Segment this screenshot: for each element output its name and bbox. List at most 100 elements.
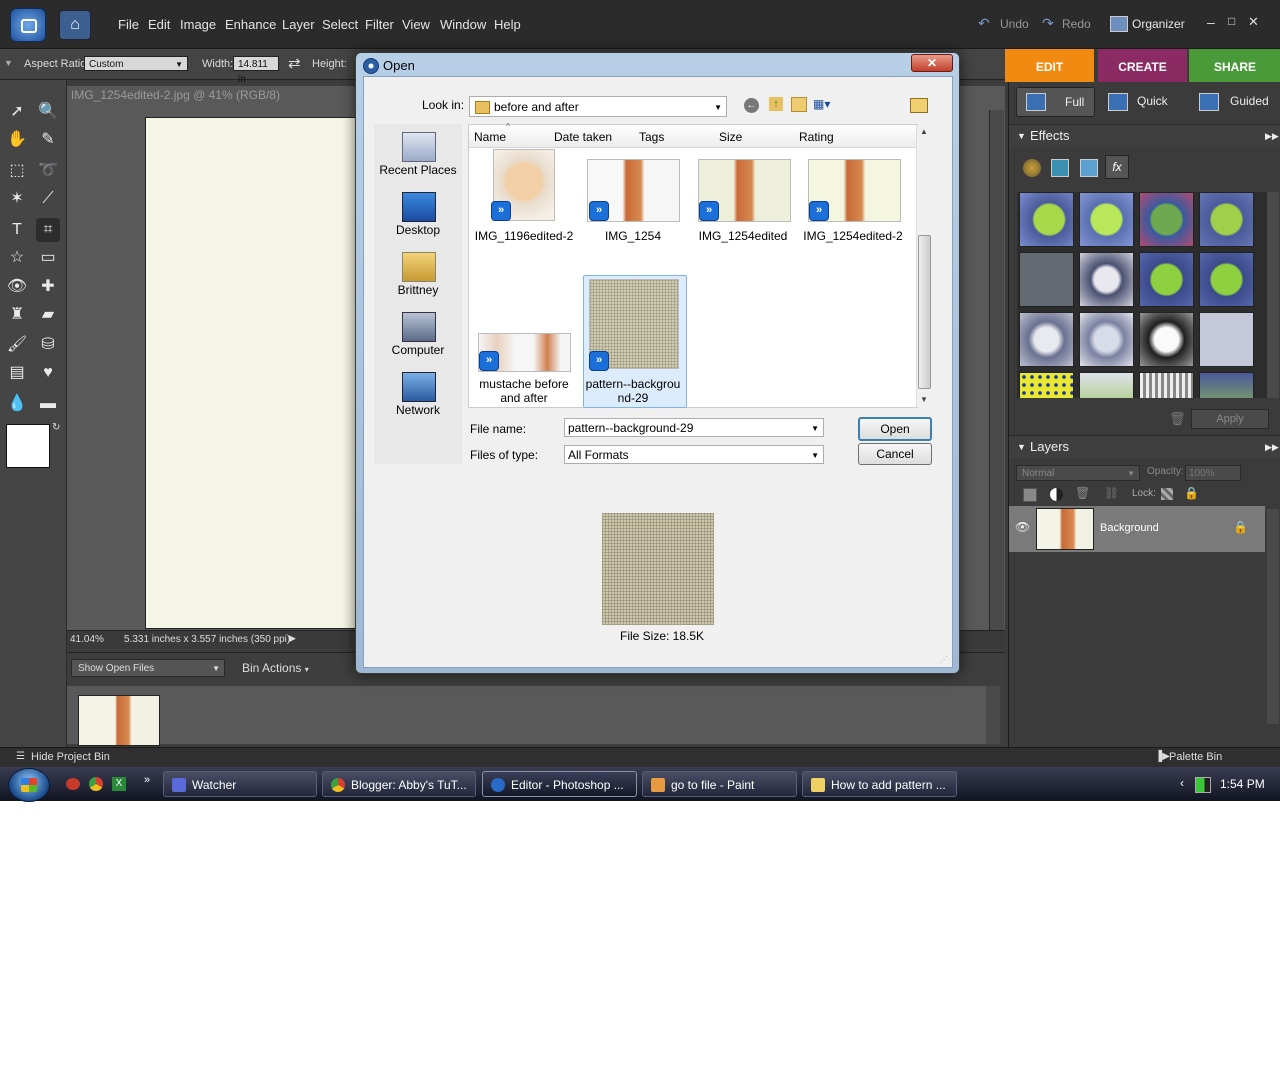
show-open-files-select[interactable]: Show Open Files ▼: [71, 659, 225, 677]
effects-panel-header[interactable]: ▼ Effects ▶▶: [1009, 124, 1280, 147]
effect-thumbnail[interactable]: [1079, 372, 1134, 398]
effect-thumbnail[interactable]: [1139, 372, 1194, 398]
palette-bin-icon[interactable]: ▐▶: [1155, 751, 1170, 762]
expand-badge-icon[interactable]: »: [699, 201, 719, 221]
trash-icon[interactable]: 🗑: [1169, 411, 1186, 427]
battery-icon[interactable]: [1195, 777, 1211, 793]
delete-layer-icon[interactable]: 🗑: [1075, 486, 1090, 500]
taskbar-item-watcher[interactable]: Watcher: [163, 771, 317, 797]
effect-thumbnail[interactable]: [1139, 192, 1194, 247]
column-date-taken[interactable]: Date taken: [554, 130, 612, 144]
expand-badge-icon[interactable]: »: [491, 201, 511, 221]
menu-enhance[interactable]: Enhance: [225, 17, 276, 32]
up-folder-icon[interactable]: ↑: [769, 97, 783, 111]
place-recent-places[interactable]: Recent Places: [374, 163, 462, 177]
mode-quick-button[interactable]: Quick: [1104, 89, 1184, 115]
blend-mode-select[interactable]: Normal ▼: [1016, 465, 1140, 481]
preview-toggle-icon[interactable]: [910, 98, 928, 113]
lasso-tool-icon[interactable]: ➰: [36, 159, 60, 183]
file-item[interactable]: IMG_1196edited-2: [469, 229, 579, 243]
document-canvas[interactable]: [145, 117, 362, 629]
taskbar-item-editor[interactable]: Editor - Photoshop ...: [482, 771, 637, 797]
tab-share[interactable]: SHARE: [1189, 49, 1280, 82]
effect-thumbnail[interactable]: [1019, 192, 1074, 247]
file-list-scrollbar[interactable]: ▲ ▼: [916, 125, 931, 407]
layer-styles-icon[interactable]: [1051, 159, 1069, 177]
organizer-button[interactable]: Organizer: [1132, 17, 1185, 31]
menu-window[interactable]: Window: [440, 17, 486, 32]
menu-file[interactable]: File: [118, 17, 139, 32]
sponge-tool-icon[interactable]: ▬: [36, 392, 60, 416]
view-menu-icon[interactable]: ▦▾: [813, 97, 830, 111]
minimize-button[interactable]: –: [1207, 14, 1215, 30]
quicklaunch-more-icon[interactable]: »: [144, 774, 150, 786]
close-button[interactable]: ✕: [1248, 14, 1259, 30]
swap-icon[interactable]: ⇄: [288, 54, 301, 72]
expand-badge-icon[interactable]: »: [809, 201, 829, 221]
look-in-select[interactable]: before and after ▼: [469, 96, 727, 117]
filters-icon[interactable]: [1023, 159, 1041, 177]
bin-scrollbar[interactable]: [986, 686, 1000, 744]
gradient-tool-icon[interactable]: ▤: [5, 361, 29, 385]
user-folder-icon[interactable]: [402, 252, 436, 282]
apply-button[interactable]: Apply: [1191, 409, 1269, 429]
crop-tool-icon[interactable]: ⌗: [36, 218, 60, 242]
marquee-tool-icon[interactable]: ⬚: [5, 159, 29, 183]
redo-button[interactable]: Redo: [1062, 17, 1091, 31]
place-network[interactable]: Network: [374, 403, 462, 417]
scroll-up-icon[interactable]: ▲: [920, 127, 928, 136]
eraser-tool-icon[interactable]: ▰: [36, 303, 60, 327]
clock[interactable]: 1:54 PM: [1220, 777, 1265, 791]
blur-tool-icon[interactable]: 💧: [5, 392, 29, 416]
organizer-icon[interactable]: [1110, 16, 1128, 32]
menu-image[interactable]: Image: [180, 17, 216, 32]
panel-menu-icon[interactable]: ▶▶: [1265, 436, 1279, 458]
taskbar-item-paint[interactable]: go to file - Paint: [642, 771, 797, 797]
visibility-eye-icon[interactable]: 👁: [1015, 520, 1030, 534]
palette-bin-button[interactable]: Palette Bin: [1169, 751, 1222, 763]
effect-thumbnail[interactable]: [1019, 312, 1074, 367]
undo-icon[interactable]: ↶: [978, 15, 990, 32]
aspect-ratio-select[interactable]: Custom ▼: [84, 56, 188, 71]
menu-filter[interactable]: Filter: [365, 17, 394, 32]
effect-thumbnail[interactable]: [1199, 252, 1254, 307]
computer-icon[interactable]: [402, 312, 436, 342]
mode-guided-button[interactable]: Guided: [1195, 89, 1280, 115]
back-icon[interactable]: ←: [744, 98, 759, 113]
effect-thumbnail[interactable]: [1139, 312, 1194, 367]
taskbar-item-document[interactable]: How to add pattern ...: [802, 771, 957, 797]
quick-selection-tool-icon[interactable]: ⟋: [36, 187, 60, 211]
resize-grip-icon[interactable]: ⋰: [940, 655, 948, 664]
hide-project-bin-button[interactable]: Hide Project Bin: [31, 751, 110, 763]
tray-expand-icon[interactable]: ‹: [1180, 776, 1184, 790]
shape-tool-icon[interactable]: ♥: [36, 361, 60, 385]
menu-view[interactable]: View: [402, 17, 430, 32]
place-brittney[interactable]: Brittney: [374, 283, 462, 297]
redo-icon[interactable]: ↷: [1042, 15, 1054, 32]
column-rating[interactable]: Rating: [799, 130, 834, 144]
column-tags[interactable]: Tags: [639, 130, 664, 144]
layers-panel-header[interactable]: ▼ Layers ▶▶: [1009, 435, 1280, 458]
scroll-down-icon[interactable]: ▼: [920, 395, 928, 404]
adjustment-layer-icon[interactable]: [1050, 488, 1063, 501]
recompose-tool-icon[interactable]: ▭: [36, 246, 60, 270]
column-name[interactable]: Name: [474, 130, 506, 144]
file-type-select[interactable]: All Formats ▼: [564, 445, 824, 464]
paint-bucket-tool-icon[interactable]: ⛁: [36, 333, 60, 357]
dialog-close-button[interactable]: ✕: [911, 54, 953, 72]
scroll-thumb[interactable]: [918, 235, 931, 389]
quicklaunch-icon[interactable]: [66, 778, 80, 790]
place-computer[interactable]: Computer: [374, 343, 462, 357]
expand-badge-icon[interactable]: »: [589, 201, 609, 221]
tab-edit[interactable]: EDIT: [1005, 49, 1094, 82]
status-arrow-icon[interactable]: ▶: [289, 633, 296, 644]
expand-badge-icon[interactable]: »: [479, 351, 499, 371]
link-layers-icon[interactable]: ⛓: [1104, 486, 1119, 500]
bin-thumbnail[interactable]: [78, 695, 160, 746]
eyedropper-tool-icon[interactable]: ✎: [36, 128, 60, 152]
effect-thumbnail[interactable]: [1199, 372, 1254, 398]
effect-thumbnail[interactable]: [1079, 312, 1134, 367]
effect-thumbnail[interactable]: [1019, 252, 1074, 307]
swap-colors-icon[interactable]: ↻: [52, 422, 60, 433]
cookie-cutter-tool-icon[interactable]: ☆: [5, 246, 29, 270]
